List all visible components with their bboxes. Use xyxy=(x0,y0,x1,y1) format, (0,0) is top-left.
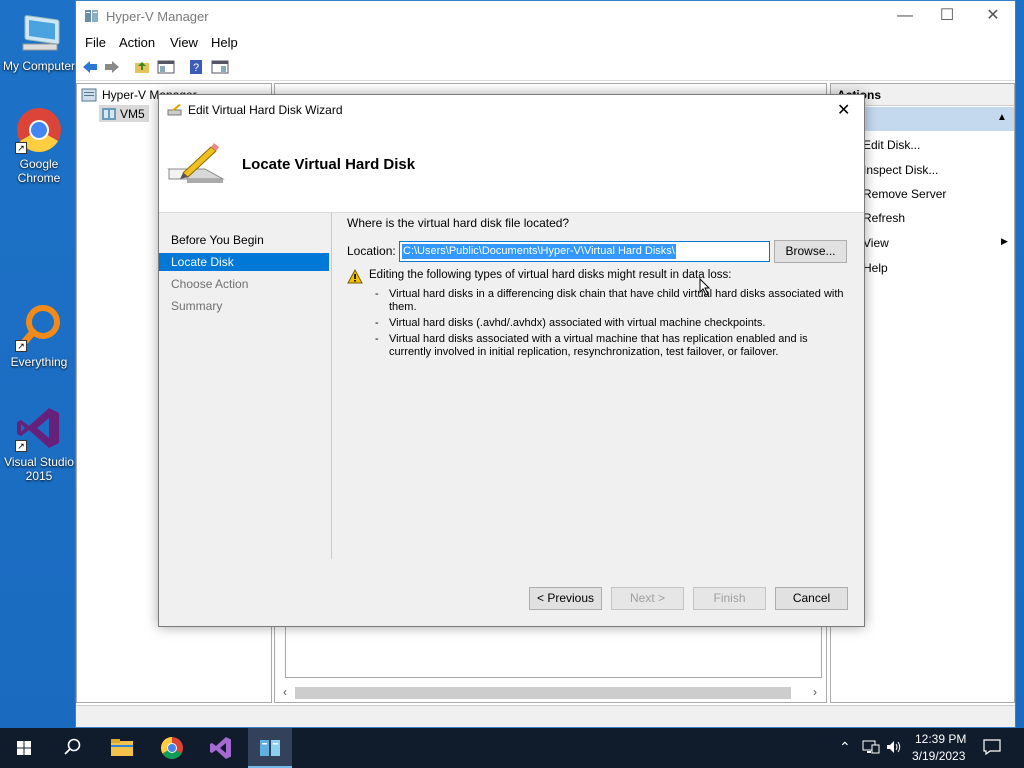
warning-bullet-3: Virtual hard disks associated with a vir… xyxy=(389,333,808,358)
step-choose-action: Choose Action xyxy=(171,277,249,291)
maximize-button[interactable]: ☐ xyxy=(924,1,970,31)
tree-item-label: VM5 xyxy=(120,107,145,121)
status-bar xyxy=(76,705,1015,727)
action-refresh[interactable]: Refresh xyxy=(863,211,905,225)
wizard-icon xyxy=(167,103,183,120)
collapse-up-icon[interactable]: ▲ xyxy=(997,112,1007,123)
bullet-dash: - xyxy=(375,333,379,345)
desktop-icon-label: My Computer xyxy=(2,59,76,73)
visual-studio-icon[interactable] xyxy=(200,732,240,764)
horizontal-scrollbar[interactable]: ‹ › xyxy=(277,684,825,702)
submenu-arrow-icon: ▶ xyxy=(1001,236,1008,246)
next-button[interactable]: Next > xyxy=(611,587,684,610)
divider xyxy=(331,213,332,559)
toolbar: ? xyxy=(76,55,1015,81)
chevron-up-icon[interactable]: ⌃ xyxy=(839,739,851,756)
visual-studio-icon: ↗ xyxy=(15,404,63,452)
warning-icon xyxy=(347,268,363,287)
location-label: Location: xyxy=(347,244,396,258)
close-icon[interactable]: ✕ xyxy=(837,100,850,120)
server-icon xyxy=(101,106,117,125)
hyperv-manager-icon xyxy=(84,8,100,27)
up-folder-icon[interactable] xyxy=(132,58,152,76)
everything-search-icon: ↗ xyxy=(15,304,63,352)
scrollbar-thumb[interactable] xyxy=(295,687,791,699)
svg-text:?: ? xyxy=(193,62,199,74)
desktop-icon-label: Visual Studio 2015 xyxy=(4,455,74,483)
windows-start-icon[interactable] xyxy=(4,732,44,764)
virtual-disk-pencil-icon xyxy=(165,139,227,192)
help-icon[interactable]: ? xyxy=(186,58,206,76)
search-icon[interactable] xyxy=(52,732,92,764)
warning-text: Editing the following types of virtual h… xyxy=(369,269,732,281)
cancel-button[interactable]: Cancel xyxy=(775,587,848,610)
scroll-left-icon[interactable]: ‹ xyxy=(283,685,287,699)
menu-view[interactable]: View xyxy=(170,35,198,50)
bullet-dash: - xyxy=(375,317,379,329)
action-help[interactable]: Help xyxy=(863,261,888,275)
taskbar: ⌃ 12:39 PM 3/19/2023 xyxy=(0,728,1024,768)
hyperv-manager-icon xyxy=(81,87,97,106)
wizard-steps: Before You Begin Locate Disk Choose Acti… xyxy=(159,213,331,553)
chrome-icon[interactable] xyxy=(152,732,192,764)
action-edit-disk[interactable]: Edit Disk... xyxy=(863,138,920,152)
action-view[interactable]: View xyxy=(863,236,889,250)
chrome-icon: ↗ xyxy=(15,106,63,154)
menu-bar: File Action View Help xyxy=(76,33,1015,53)
finish-button[interactable]: Finish xyxy=(693,587,766,610)
menu-file[interactable]: File xyxy=(85,35,106,50)
browse-button[interactable]: Browse... xyxy=(774,240,847,263)
desktop-icon-visual-studio[interactable]: ↗ Visual Studio 2015 xyxy=(2,404,76,483)
volume-icon[interactable] xyxy=(885,739,903,758)
dialog-titlebar[interactable]: Edit Virtual Hard Disk Wizard ✕ xyxy=(159,95,864,125)
taskbar-item-hyperv[interactable] xyxy=(248,728,292,768)
location-input[interactable]: C:\Users\Public\Documents\Hyper-V\Virtua… xyxy=(399,241,770,262)
desktop-icon-my-computer[interactable]: My Computer xyxy=(2,8,76,73)
menu-help[interactable]: Help xyxy=(211,35,238,50)
action-remove-server[interactable]: Remove Server xyxy=(863,187,946,201)
back-arrow-icon[interactable] xyxy=(80,58,100,76)
desktop-icon-chrome[interactable]: ↗ Google Chrome xyxy=(2,106,76,185)
shortcut-arrow-icon: ↗ xyxy=(15,142,27,154)
scroll-right-icon[interactable]: › xyxy=(813,685,817,699)
shortcut-arrow-icon: ↗ xyxy=(15,340,27,352)
desktop-icon-label: Everything xyxy=(10,355,68,369)
desktop-icon-everything[interactable]: ↗ Everything xyxy=(2,304,76,369)
wizard-header: Locate Virtual Hard Disk xyxy=(159,125,864,213)
clock-date[interactable]: 3/19/2023 xyxy=(912,749,965,763)
location-input-value: C:\Users\Public\Documents\Hyper-V\Virtua… xyxy=(402,244,676,259)
step-summary: Summary xyxy=(171,299,223,313)
close-window-button[interactable]: ✕ xyxy=(970,1,1016,31)
file-explorer-icon[interactable] xyxy=(102,732,142,764)
step-before-you-begin[interactable]: Before You Begin xyxy=(159,231,329,249)
warning-bullet-1: Virtual hard disks in a differencing dis… xyxy=(389,288,844,313)
clock-time[interactable]: 12:39 PM xyxy=(915,732,966,746)
action-inspect-disk[interactable]: Inspect Disk... xyxy=(863,163,938,177)
tree-item-server[interactable]: VM5 xyxy=(99,105,149,122)
desktop-icon-label: Google Chrome xyxy=(17,157,61,185)
menu-action[interactable]: Action xyxy=(119,35,155,50)
show-hide-action-pane-icon[interactable] xyxy=(210,58,230,76)
forward-arrow-icon[interactable] xyxy=(102,58,122,76)
step-locate-disk[interactable]: Locate Disk xyxy=(159,253,329,271)
edit-vhd-wizard-dialog: Edit Virtual Hard Disk Wizard ✕ Locate V… xyxy=(158,94,865,627)
show-hide-tree-icon[interactable] xyxy=(156,58,176,76)
wizard-heading: Locate Virtual Hard Disk xyxy=(242,156,416,173)
minimize-button[interactable]: — xyxy=(882,1,928,31)
computer-icon xyxy=(15,8,63,56)
warning-bullet-2: Virtual hard disks (.avhd/.avhdx) associ… xyxy=(389,317,766,329)
shortcut-arrow-icon: ↗ xyxy=(15,440,27,452)
network-icon[interactable] xyxy=(862,739,880,758)
dialog-title: Edit Virtual Hard Disk Wizard xyxy=(188,103,343,117)
previous-button[interactable]: < Previous xyxy=(529,587,602,610)
notification-icon[interactable] xyxy=(983,739,1001,758)
window-title: Hyper-V Manager xyxy=(106,9,209,24)
mouse-cursor-icon xyxy=(699,277,711,299)
window-titlebar[interactable]: Hyper-V Manager — ☐ ✕ xyxy=(76,1,1015,33)
location-question: Where is the virtual hard disk file loca… xyxy=(347,216,570,230)
hyperv-manager-icon xyxy=(258,736,282,763)
bullet-dash: - xyxy=(375,288,379,300)
